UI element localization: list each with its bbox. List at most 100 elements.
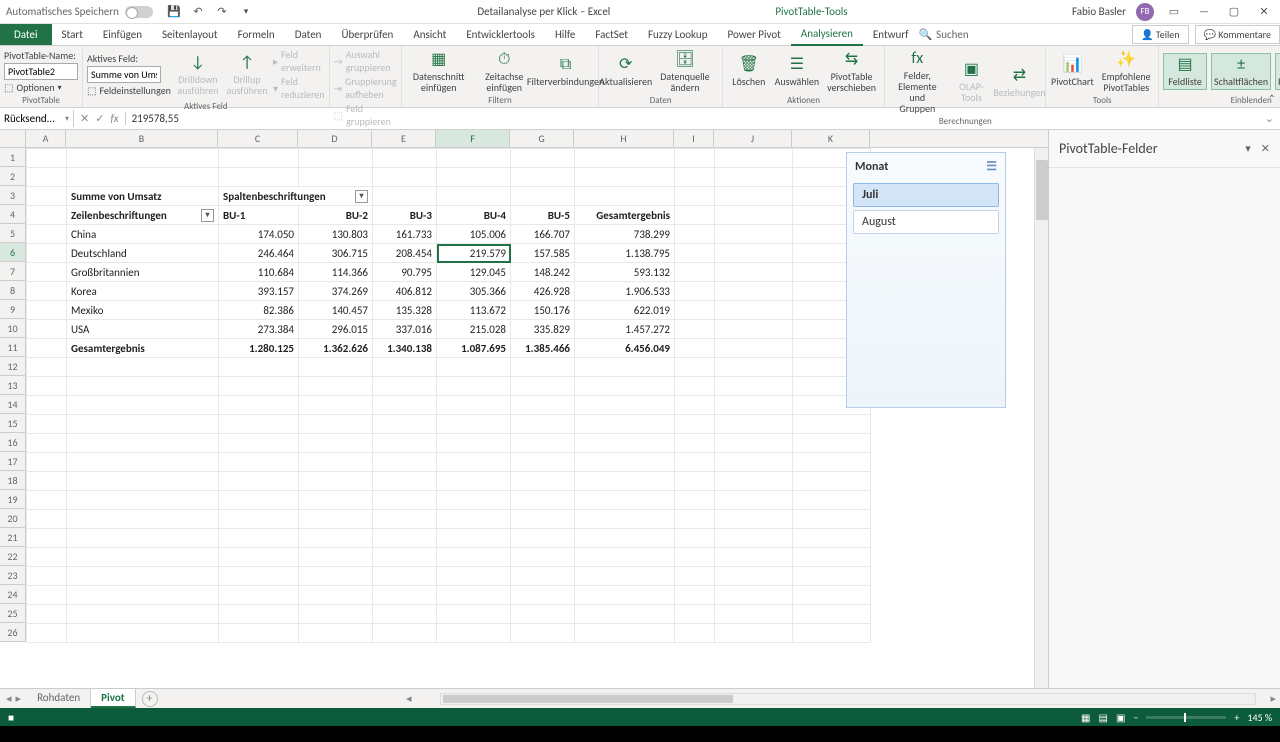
cell[interactable]: [219, 548, 299, 567]
cell[interactable]: [27, 358, 67, 377]
row-header-13[interactable]: 13: [0, 376, 26, 395]
tab-fuzzy[interactable]: Fuzzy Lookup: [638, 24, 718, 45]
col-header-K[interactable]: K: [792, 130, 870, 147]
cell[interactable]: [793, 567, 871, 586]
cell[interactable]: [715, 605, 793, 624]
cell[interactable]: [675, 377, 715, 396]
cell[interactable]: [299, 586, 373, 605]
col-header-B[interactable]: B: [66, 130, 218, 147]
row-header-5[interactable]: 5: [0, 224, 26, 243]
cell[interactable]: [67, 605, 219, 624]
ribbon-mode-icon[interactable]: ▭: [1164, 5, 1184, 18]
cell[interactable]: Mexiko: [67, 301, 219, 320]
cell[interactable]: [511, 567, 575, 586]
cell[interactable]: [219, 586, 299, 605]
cell[interactable]: [299, 434, 373, 453]
cell[interactable]: [437, 491, 511, 510]
cell[interactable]: [373, 567, 437, 586]
sheet-nav-prev-icon[interactable]: ◂: [6, 692, 12, 705]
row-header-4[interactable]: 4: [0, 205, 26, 224]
col-header-A[interactable]: A: [26, 130, 66, 147]
field-pane-close-icon[interactable]: ✕: [1261, 142, 1270, 155]
cell[interactable]: 113.672: [437, 301, 511, 320]
cell[interactable]: [715, 282, 793, 301]
row-header-14[interactable]: 14: [0, 395, 26, 414]
cell[interactable]: [715, 548, 793, 567]
cell[interactable]: [675, 225, 715, 244]
cell[interactable]: 1.906.533: [575, 282, 675, 301]
refresh-button[interactable]: ⟳Aktualisieren: [603, 54, 648, 89]
col-header-F[interactable]: F: [436, 130, 510, 147]
cell[interactable]: [373, 605, 437, 624]
select-all-corner[interactable]: [0, 130, 26, 147]
cell[interactable]: [67, 548, 219, 567]
cell[interactable]: [67, 396, 219, 415]
cell[interactable]: [27, 396, 67, 415]
sheet-tab-pivot[interactable]: Pivot: [91, 689, 135, 708]
tab-file[interactable]: Datei: [0, 24, 52, 45]
cell[interactable]: [219, 567, 299, 586]
cell[interactable]: [373, 187, 437, 206]
cell[interactable]: [437, 187, 511, 206]
cell[interactable]: 305.366: [437, 282, 511, 301]
close-icon[interactable]: ✕: [1254, 5, 1274, 18]
cell[interactable]: [575, 453, 675, 472]
cell[interactable]: 174.050: [219, 225, 299, 244]
cell[interactable]: [575, 168, 675, 187]
minimize-icon[interactable]: —: [1194, 5, 1214, 18]
cell[interactable]: [373, 586, 437, 605]
cell[interactable]: [219, 358, 299, 377]
autosave-toggle[interactable]: [125, 6, 153, 18]
accept-formula-icon[interactable]: ✓: [95, 112, 104, 125]
cell[interactable]: BU-5: [511, 206, 575, 225]
cell[interactable]: [715, 301, 793, 320]
cell[interactable]: [715, 624, 793, 643]
cell[interactable]: Summe von Umsatz: [67, 187, 219, 206]
cell[interactable]: [675, 415, 715, 434]
col-header-H[interactable]: H: [574, 130, 674, 147]
cell[interactable]: [219, 491, 299, 510]
field-pane-options-icon[interactable]: ▾: [1245, 142, 1251, 155]
cell[interactable]: [575, 149, 675, 168]
cell[interactable]: [27, 491, 67, 510]
hscroll-right-icon[interactable]: ▸: [1266, 692, 1280, 705]
tab-powerpivot[interactable]: Power Pivot: [717, 24, 790, 45]
cell[interactable]: BU-1: [219, 206, 299, 225]
cell[interactable]: USA: [67, 320, 219, 339]
zoom-in-icon[interactable]: +: [1234, 711, 1239, 724]
view-page-break-icon[interactable]: ▣: [1116, 711, 1125, 724]
cell[interactable]: [373, 377, 437, 396]
cell[interactable]: [299, 510, 373, 529]
cell[interactable]: [437, 605, 511, 624]
cell[interactable]: [511, 529, 575, 548]
cell[interactable]: [299, 168, 373, 187]
cell[interactable]: 306.715: [299, 244, 373, 263]
cell[interactable]: [575, 187, 675, 206]
row-header-12[interactable]: 12: [0, 357, 26, 376]
cell[interactable]: 129.045: [437, 263, 511, 282]
cell[interactable]: [373, 415, 437, 434]
recommended-pt-button[interactable]: ✨Empfohlene PivotTables: [1098, 49, 1154, 95]
cell[interactable]: [299, 529, 373, 548]
slicer-multiselect-icon[interactable]: ☰: [986, 160, 997, 174]
cell[interactable]: [373, 168, 437, 187]
cell[interactable]: [67, 434, 219, 453]
cell[interactable]: [437, 510, 511, 529]
cell[interactable]: [511, 491, 575, 510]
cell[interactable]: [675, 168, 715, 187]
row-header-18[interactable]: 18: [0, 471, 26, 490]
cell[interactable]: [575, 624, 675, 643]
cell[interactable]: [373, 548, 437, 567]
cell[interactable]: [511, 187, 575, 206]
cell[interactable]: [715, 472, 793, 491]
cell[interactable]: [437, 567, 511, 586]
cell[interactable]: [373, 624, 437, 643]
buttons-toggle-button[interactable]: ±Schaltflächen: [1211, 53, 1271, 90]
slicer-item-august[interactable]: August: [853, 210, 999, 234]
cell[interactable]: [793, 434, 871, 453]
cell[interactable]: 1.385.466: [511, 339, 575, 358]
cell[interactable]: [27, 472, 67, 491]
cell[interactable]: [27, 149, 67, 168]
cell[interactable]: [27, 415, 67, 434]
cell[interactable]: [373, 491, 437, 510]
